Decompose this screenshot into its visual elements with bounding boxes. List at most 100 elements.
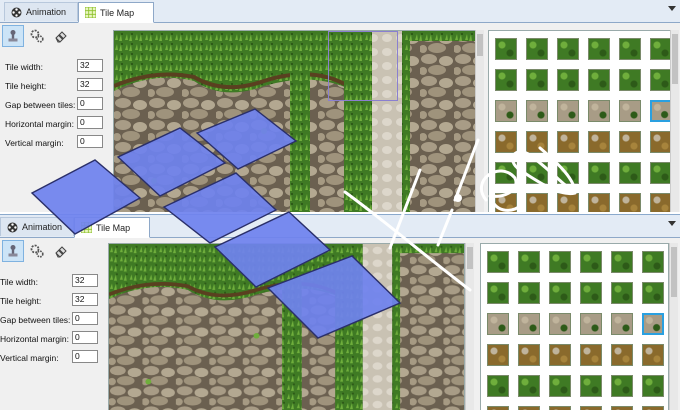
tileset-tile[interactable]: [588, 69, 610, 91]
map-vertical-scrollbar[interactable]: [475, 30, 484, 212]
tileset-tile[interactable]: [549, 313, 571, 335]
tileset-tile[interactable]: [619, 131, 641, 153]
tileset-tile[interactable]: [487, 251, 509, 273]
tileset-tile[interactable]: [549, 282, 571, 304]
tileset-tile[interactable]: [588, 100, 610, 122]
gap-field[interactable]: 0: [77, 97, 103, 110]
tab-menu-arrow-icon[interactable]: [668, 221, 676, 226]
tileset-tile[interactable]: [495, 131, 517, 153]
tileset-scroll-thumb[interactable]: [671, 247, 677, 297]
tileset-settings-button[interactable]: [26, 25, 48, 47]
vertical-margin-field[interactable]: 0: [72, 350, 98, 363]
tileset-tile[interactable]: [495, 193, 517, 212]
tile-map-canvas[interactable]: [113, 30, 476, 212]
tileset-tile[interactable]: [580, 406, 602, 410]
tileset-tile[interactable]: [549, 251, 571, 273]
tileset-tile[interactable]: [526, 131, 548, 153]
tileset-tile[interactable]: [526, 100, 548, 122]
tileset-vertical-scrollbar[interactable]: [670, 30, 679, 212]
tileset-tile[interactable]: [650, 131, 670, 153]
tileset-tile[interactable]: [518, 375, 540, 397]
tileset-tile[interactable]: [557, 162, 579, 184]
tileset-tile[interactable]: [650, 38, 670, 60]
tileset-tile[interactable]: [518, 313, 540, 335]
tileset-tile[interactable]: [650, 162, 670, 184]
tileset-tile[interactable]: [619, 100, 641, 122]
tileset-tile[interactable]: [518, 406, 540, 410]
stamp-tool-button[interactable]: [2, 25, 24, 47]
tab-tile-map[interactable]: Tile Map: [78, 2, 154, 23]
horizontal-margin-field[interactable]: 0: [77, 116, 103, 129]
tileset-tile[interactable]: [642, 406, 664, 410]
tileset-tile[interactable]: [642, 344, 664, 366]
tileset-tile[interactable]: [580, 251, 602, 273]
tileset-tile[interactable]: [518, 282, 540, 304]
tileset-tile[interactable]: [650, 193, 670, 212]
tileset-tile[interactable]: [526, 193, 548, 212]
tileset-vertical-scrollbar[interactable]: [669, 243, 678, 410]
tileset-tile[interactable]: [487, 406, 509, 410]
map-scroll-thumb[interactable]: [467, 247, 473, 269]
tileset-tile[interactable]: [580, 313, 602, 335]
tileset-tile[interactable]: [557, 100, 579, 122]
tileset-tile[interactable]: [588, 131, 610, 153]
tileset-tile[interactable]: [611, 313, 633, 335]
tileset-settings-button[interactable]: [26, 240, 48, 262]
tileset-scroll-thumb[interactable]: [672, 34, 678, 84]
tileset-tile[interactable]: [650, 69, 670, 91]
tab-animation[interactable]: Animation: [0, 217, 74, 236]
tileset-tile[interactable]: [642, 251, 664, 273]
eraser-tool-button[interactable]: [50, 25, 72, 47]
tileset-tile[interactable]: [557, 131, 579, 153]
tileset-tile[interactable]: [580, 344, 602, 366]
horizontal-margin-field[interactable]: 0: [72, 331, 98, 344]
tileset-tile[interactable]: [518, 251, 540, 273]
tile-map-canvas[interactable]: [108, 243, 465, 410]
tab-tile-map[interactable]: Tile Map: [74, 217, 150, 238]
tileset-panel[interactable]: [488, 30, 671, 212]
tileset-tile[interactable]: [518, 344, 540, 366]
tile-height-field[interactable]: 32: [77, 78, 103, 91]
tileset-tile[interactable]: [611, 282, 633, 304]
tileset-tile[interactable]: [642, 375, 664, 397]
tab-menu-arrow-icon[interactable]: [668, 6, 676, 11]
stamp-tool-button[interactable]: [2, 240, 24, 262]
tileset-tile[interactable]: [487, 375, 509, 397]
tileset-tile[interactable]: [642, 282, 664, 304]
tileset-tile[interactable]: [487, 344, 509, 366]
vertical-margin-field[interactable]: 0: [77, 135, 103, 148]
tileset-tile[interactable]: [557, 69, 579, 91]
tileset-tile[interactable]: [611, 406, 633, 410]
tileset-tile[interactable]: [487, 313, 509, 335]
tile-width-field[interactable]: 32: [77, 59, 103, 72]
tileset-tile[interactable]: [619, 69, 641, 91]
tileset-tile[interactable]: [526, 69, 548, 91]
tileset-tile[interactable]: [611, 251, 633, 273]
tileset-tile[interactable]: [549, 406, 571, 410]
tileset-tile[interactable]: [580, 375, 602, 397]
tileset-tile[interactable]: [580, 282, 602, 304]
tile-height-field[interactable]: 32: [72, 293, 98, 306]
tileset-panel[interactable]: [480, 243, 669, 410]
tileset-tile[interactable]: [588, 162, 610, 184]
tileset-tile[interactable]: [526, 38, 548, 60]
tileset-tile[interactable]: [557, 38, 579, 60]
tileset-tile[interactable]: [495, 100, 517, 122]
tileset-tile[interactable]: [611, 344, 633, 366]
tileset-tile[interactable]: [495, 38, 517, 60]
tileset-tile[interactable]: [557, 193, 579, 212]
tileset-tile[interactable]: [526, 162, 548, 184]
tab-animation[interactable]: Animation: [4, 2, 78, 21]
tileset-tile[interactable]: [619, 162, 641, 184]
tileset-tile[interactable]: [642, 313, 664, 335]
tileset-tile[interactable]: [549, 344, 571, 366]
map-scroll-thumb[interactable]: [477, 34, 483, 56]
tile-width-field[interactable]: 32: [72, 274, 98, 287]
tileset-tile[interactable]: [549, 375, 571, 397]
gap-field[interactable]: 0: [72, 312, 98, 325]
eraser-tool-button[interactable]: [50, 240, 72, 262]
tileset-tile[interactable]: [619, 193, 641, 212]
tileset-tile[interactable]: [495, 162, 517, 184]
map-vertical-scrollbar[interactable]: [465, 243, 474, 410]
tileset-tile[interactable]: [495, 69, 517, 91]
